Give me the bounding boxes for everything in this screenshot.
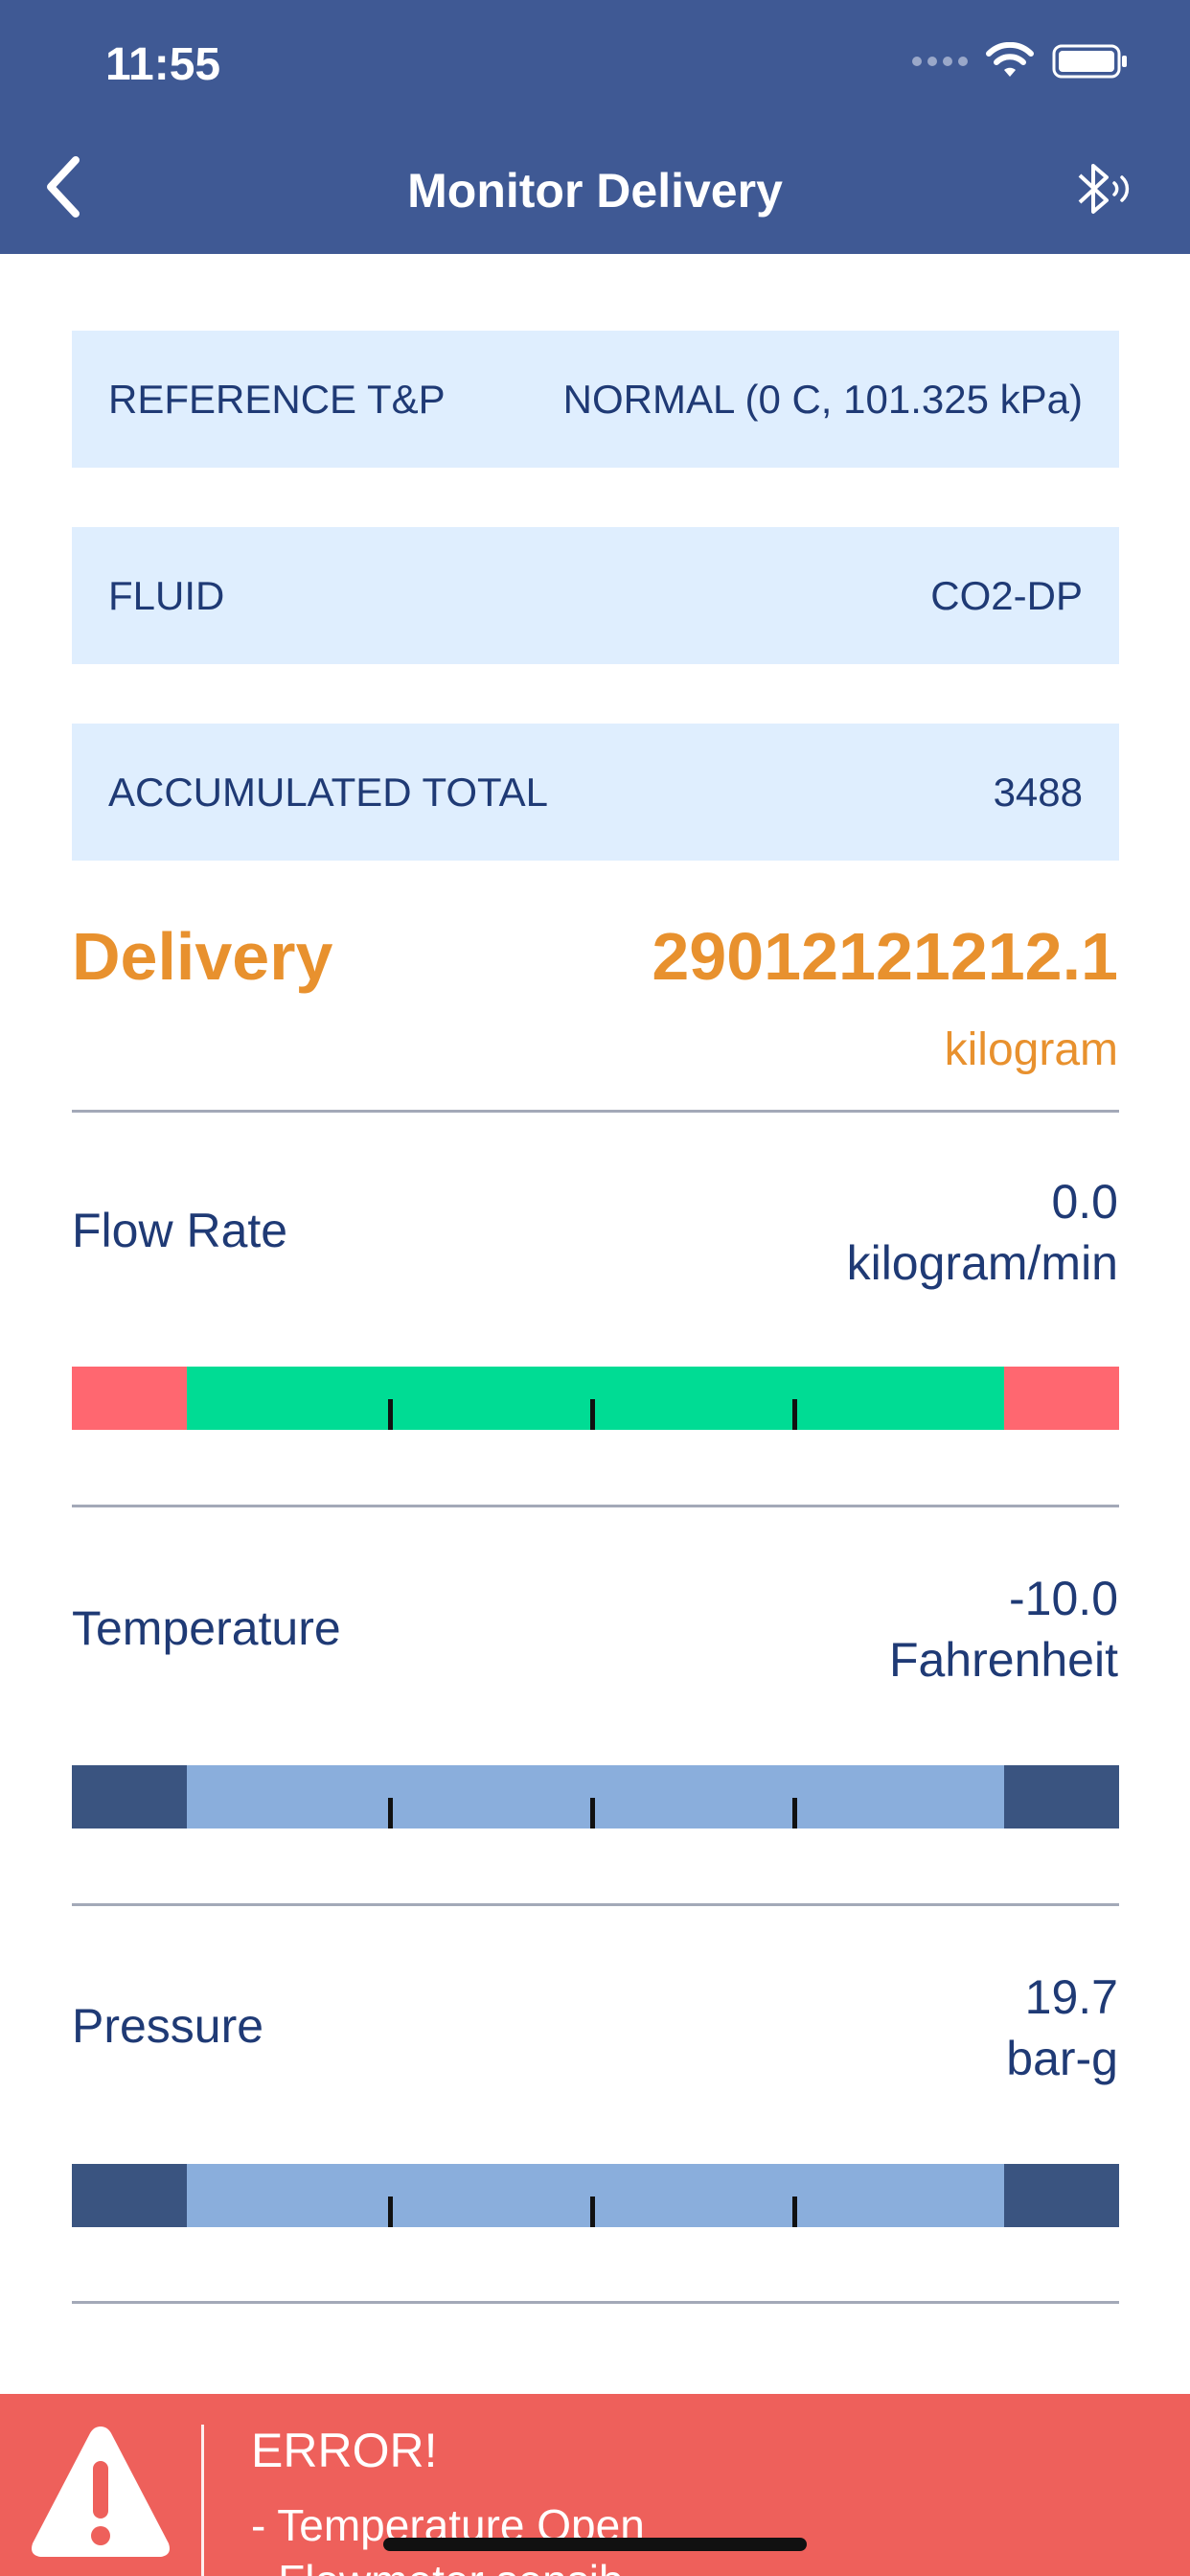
gauge-high-segment [1004, 1367, 1119, 1430]
gauge-tick [388, 2196, 393, 2227]
delivery-value: 29012121212.1 [652, 919, 1118, 994]
temperature-gauge [72, 1765, 1119, 1828]
divider [72, 2301, 1119, 2304]
status-bar: 11:55 [0, 0, 1190, 125]
gauge-tick [792, 1798, 797, 1828]
delivery-unit: kilogram [944, 1024, 1118, 1075]
bluetooth-button[interactable] [1065, 155, 1142, 222]
gauge-tick [792, 1399, 797, 1430]
temperature-label: Temperature [72, 1601, 341, 1655]
divider [72, 1505, 1119, 1507]
pressure-gauge [72, 2164, 1119, 2227]
warning-triangle-icon [32, 2426, 170, 2557]
gauge-tick [388, 1399, 393, 1430]
gauge-tick [590, 2196, 595, 2227]
divider [72, 1903, 1119, 1906]
gauge-tick [388, 1798, 393, 1828]
home-indicator[interactable] [383, 2538, 807, 2551]
gauge-mid-segment [187, 2164, 1004, 2227]
gauge-mid-segment [187, 1367, 1004, 1430]
gauge-mid-segment [187, 1765, 1004, 1828]
error-title: ERROR! [251, 2424, 438, 2477]
info-label: ACCUMULATED TOTAL [108, 769, 548, 815]
info-value: CO2-DP [930, 572, 1083, 618]
flow-rate-gauge [72, 1367, 1119, 1430]
delivery-label: Delivery [72, 919, 333, 994]
status-time: 11:55 [105, 39, 221, 90]
info-value: 3488 [993, 769, 1083, 815]
gauge-tick [792, 2196, 797, 2227]
pressure-label: Pressure [72, 1999, 264, 2053]
info-row-accumulated-total: ACCUMULATED TOTAL 3488 [72, 724, 1119, 861]
info-label: FLUID [108, 572, 225, 618]
cellular-signal-icon [912, 57, 968, 66]
wifi-icon [986, 42, 1034, 77]
gauge-low-segment [72, 2164, 187, 2227]
info-row-reference: REFERENCE T&P NORMAL (0 C, 101.325 kPa) [72, 331, 1119, 468]
gauge-high-segment [1004, 2164, 1119, 2227]
navigation-bar: Monitor Delivery [0, 125, 1190, 254]
error-message: - Flowmeter sensib [251, 2555, 624, 2576]
gauge-tick [590, 1399, 595, 1430]
info-label: REFERENCE T&P [108, 376, 446, 422]
flow-rate-number: 0.0 [1051, 1175, 1118, 1229]
gauge-low-segment [72, 1765, 187, 1828]
error-separator [201, 2425, 204, 2576]
temperature-unit: Fahrenheit [888, 1633, 1118, 1687]
pressure-number: 19.7 [1024, 1970, 1118, 2024]
info-value: NORMAL (0 C, 101.325 kPa) [562, 376, 1083, 422]
info-row-fluid: FLUID CO2-DP [72, 527, 1119, 664]
pressure-value: 19.7 bar-g [1006, 1966, 1118, 2089]
page-title: Monitor Delivery [407, 164, 783, 218]
bluetooth-icon [1078, 164, 1130, 214]
divider [72, 1110, 1119, 1113]
gauge-high-segment [1004, 1765, 1119, 1828]
status-icons [912, 42, 1129, 80]
flow-rate-value: 0.0 kilogram/min [847, 1171, 1118, 1294]
temperature-number: -10.0 [1009, 1572, 1118, 1625]
gauge-tick [590, 1798, 595, 1828]
pressure-unit: bar-g [1006, 2032, 1118, 2085]
flow-rate-label: Flow Rate [72, 1204, 288, 1257]
temperature-value: -10.0 Fahrenheit [889, 1568, 1118, 1690]
gauge-low-segment [72, 1367, 187, 1430]
flow-rate-unit: kilogram/min [846, 1236, 1118, 1290]
battery-icon [1052, 44, 1127, 79]
